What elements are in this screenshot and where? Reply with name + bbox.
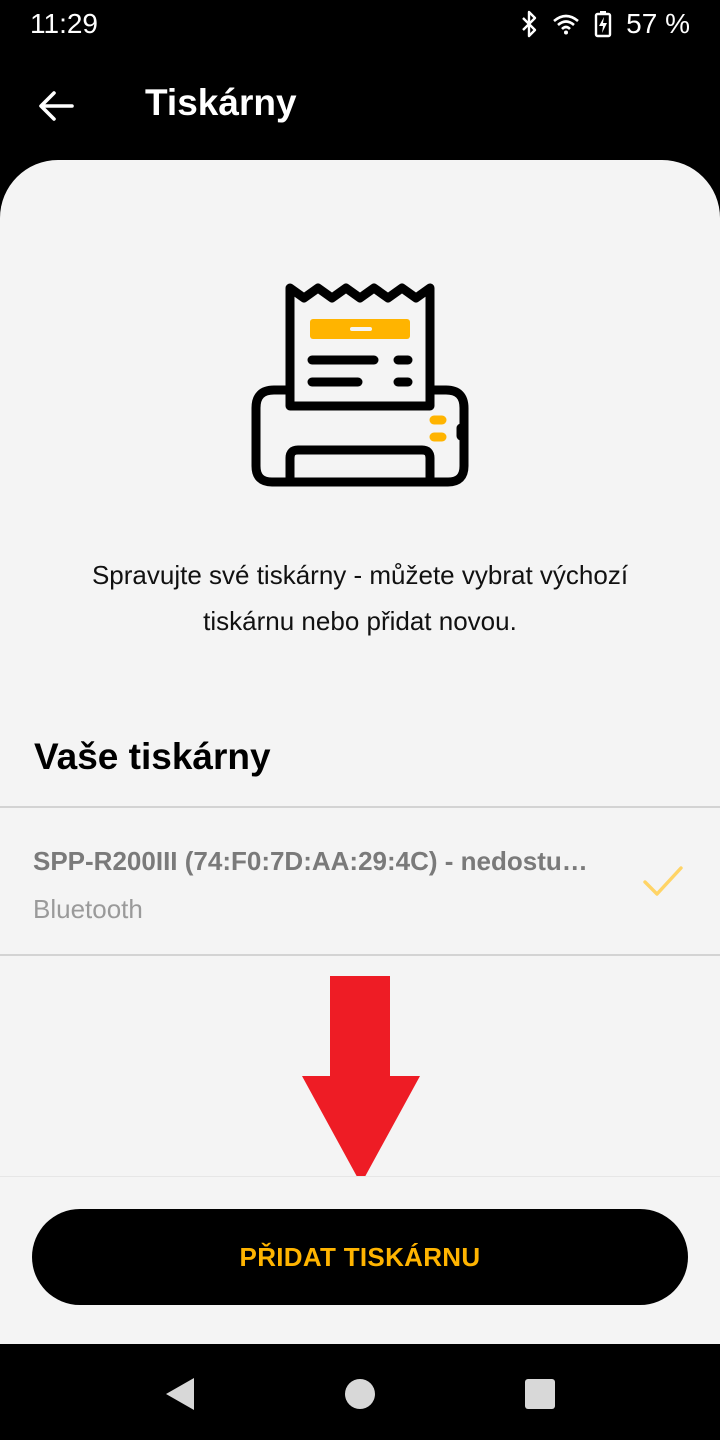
page-title: Tiskárny — [145, 82, 297, 123]
status-time: 11:29 — [30, 8, 98, 39]
printer-connection-type: Bluetooth — [33, 894, 143, 924]
add-printer-button[interactable]: PŘIDAT TISKÁRNU — [32, 1209, 688, 1305]
bluetooth-icon — [520, 10, 538, 38]
content-sheet: Spravujte své tiskárny - můžete vybrat v… — [0, 160, 720, 1344]
status-icons: 57 % — [520, 8, 690, 40]
divider — [0, 806, 720, 808]
app-bar: Tiskárny — [0, 52, 720, 160]
section-title: Vaše tiskárny — [34, 736, 271, 777]
back-arrow-icon — [39, 91, 74, 121]
description-text: Spravujte své tiskárny - můžete vybrat v… — [40, 552, 680, 644]
system-nav-bar — [0, 1344, 720, 1440]
nav-home-icon[interactable] — [340, 1374, 380, 1414]
description-line-1: Spravujte své tiskárny - můžete vybrat v… — [91, 560, 629, 590]
back-button[interactable] — [24, 74, 88, 138]
battery-level: 57 % — [626, 8, 690, 39]
check-icon — [643, 866, 683, 896]
wifi-icon — [552, 13, 580, 35]
printer-name: SPP-R200III (74:F0:7D:AA:29:4C) - nedost… — [33, 846, 588, 876]
printer-receipt-icon — [244, 278, 476, 492]
bottom-action-area: PŘIDAT TISKÁRNU — [0, 1176, 720, 1344]
battery-icon — [594, 10, 612, 38]
nav-back-icon[interactable] — [160, 1374, 200, 1414]
description-line-2: tiskárnu nebo přidat novou. — [203, 606, 517, 636]
annotation-arrow-icon — [302, 976, 420, 1184]
status-bar: 11:29 57 % — [0, 0, 720, 52]
divider — [0, 954, 720, 956]
nav-recents-icon[interactable] — [520, 1374, 560, 1414]
printer-list-item[interactable]: SPP-R200III (74:F0:7D:AA:29:4C) - nedost… — [0, 810, 720, 954]
